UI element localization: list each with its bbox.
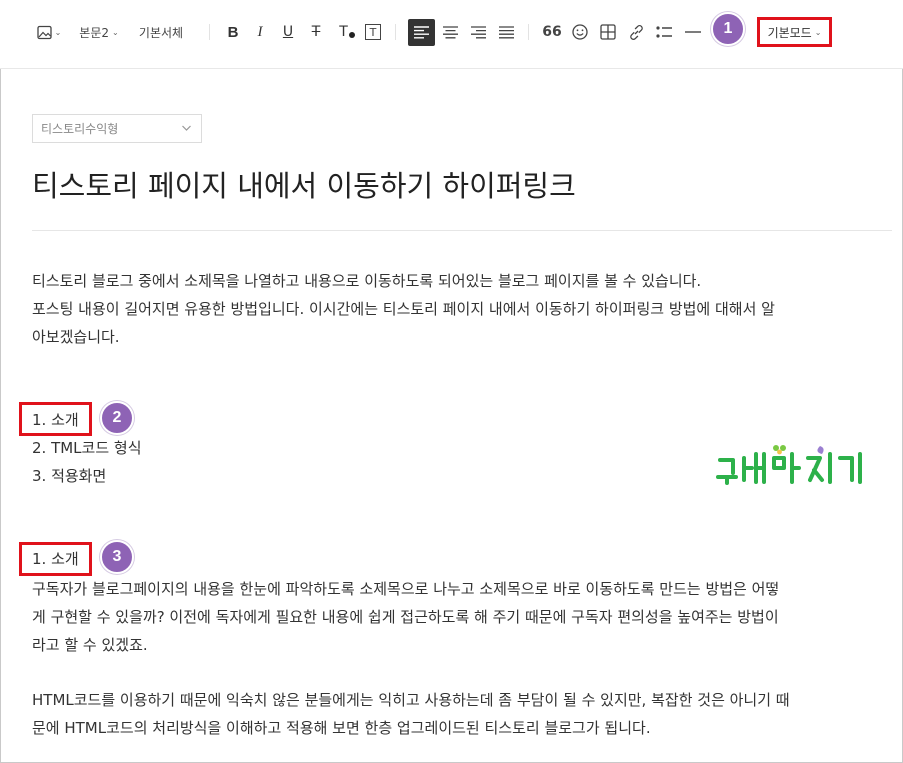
text-color-button[interactable]: T [336, 22, 358, 42]
underline-icon: U [282, 24, 294, 40]
mode-label: 기본모드 [767, 25, 812, 40]
post-title[interactable]: 티스토리 페이지 내에서 이동하기 하이퍼링크 [32, 163, 576, 205]
bullet-list-icon [656, 26, 672, 38]
insert-image-button[interactable]: ⌄ [36, 22, 62, 42]
italic-icon: I [257, 23, 263, 40]
category-select[interactable]: 티스토리수익형 [32, 114, 202, 143]
strikethrough-icon: T [311, 24, 321, 40]
italic-button[interactable]: I [251, 22, 269, 42]
quote-icon: 66 [542, 24, 562, 40]
chevron-down-icon: ⌄ [112, 27, 119, 37]
align-justify-button[interactable] [496, 22, 516, 42]
chevron-down-icon: ⌄ [54, 27, 62, 37]
table-button[interactable] [598, 22, 618, 42]
callout-badge-2: 2 [100, 401, 134, 435]
intro-line-2: 포스팅 내용이 길어지면 유용한 방법입니다. 이시간에는 티스토리 페이지 내… [32, 300, 775, 318]
color-dot-icon [348, 32, 355, 38]
toolbar-divider [209, 24, 210, 40]
chevron-down-icon: ⌄ [814, 27, 822, 37]
body-paragraph-2-line-2: 문에 HTML코드의 처리방식을 이해하고 적용해 보면 한층 업그레이드된 티… [32, 719, 651, 737]
toc-item-tml-code[interactable]: 2. TML코드 형식 [32, 434, 142, 462]
table-icon [600, 24, 616, 40]
bold-button[interactable]: B [224, 22, 242, 42]
font-family-label: 기본서체 [138, 25, 184, 40]
body-paragraph-2-line-1: HTML코드를 이용하기 때문에 익숙치 않은 분들에게는 익히고 사용하는데 … [32, 691, 790, 709]
align-right-icon [470, 25, 486, 38]
category-label: 티스토리수익형 [41, 122, 119, 136]
title-divider [32, 230, 892, 231]
paragraph-style-label: 본문2 [79, 25, 109, 40]
horizontal-line-icon [685, 31, 701, 33]
link-icon [629, 24, 643, 40]
bold-icon: B [227, 23, 239, 41]
toolbar-divider [395, 24, 396, 40]
watermark-logo [716, 444, 876, 490]
strikethrough-button[interactable]: T [307, 22, 325, 42]
highlight-box-heading [19, 542, 92, 576]
mode-dropdown[interactable]: 기본모드 ⌄ [757, 17, 832, 47]
body-paragraph-1-line-3: 라고 할 수 있겠죠. [32, 636, 148, 654]
align-center-icon [442, 25, 458, 38]
highlight-box-toc [19, 402, 92, 436]
quote-button[interactable]: 66 [541, 22, 563, 42]
underline-button[interactable]: U [279, 22, 297, 42]
image-icon [36, 25, 52, 39]
callout-badge-3: 3 [100, 540, 134, 574]
intro-line-1: 티스토리 블로그 중에서 소제목을 나열하고 내용으로 이동하도록 되어있는 블… [32, 272, 702, 290]
body-paragraph-1-line-2: 게 구현할 수 있을까? 이전에 독자에게 필요한 내용에 쉽게 접근하도록 해… [32, 608, 779, 626]
text-color-icon: T [339, 24, 348, 40]
text-background-icon: T [365, 24, 381, 40]
align-justify-icon [498, 25, 514, 38]
link-button[interactable] [626, 22, 646, 42]
bullet-list-button[interactable] [654, 22, 674, 42]
chevron-down-icon [182, 125, 191, 131]
callout-badge-1: 1 [711, 12, 745, 46]
toolbar-divider [528, 24, 529, 40]
toc-item-applied-screen[interactable]: 3. 적용화면 [32, 462, 106, 490]
intro-line-3: 아보겠습니다. [32, 328, 120, 346]
align-left-icon [414, 26, 429, 39]
body-paragraph-1-line-1: 구독자가 블로그페이지의 내용을 한눈에 파악하도록 소제목으로 나누고 소제목… [32, 580, 780, 598]
align-right-button[interactable] [468, 22, 488, 42]
emoticon-button[interactable] [570, 22, 590, 42]
smiley-icon [572, 24, 588, 40]
align-left-button[interactable] [408, 19, 435, 46]
align-center-button[interactable] [440, 22, 460, 42]
text-background-button[interactable]: T [364, 22, 382, 42]
horizontal-rule-button[interactable] [683, 22, 703, 42]
font-family-dropdown[interactable]: 기본서체 [134, 22, 188, 42]
paragraph-style-dropdown[interactable]: 본문2 ⌄ [77, 22, 121, 42]
logo-graphic [716, 445, 862, 485]
editor-toolbar: ⌄ 본문2 ⌄ 기본서체 B I U T T T 66 기본모드 ⌄ [0, 0, 903, 69]
